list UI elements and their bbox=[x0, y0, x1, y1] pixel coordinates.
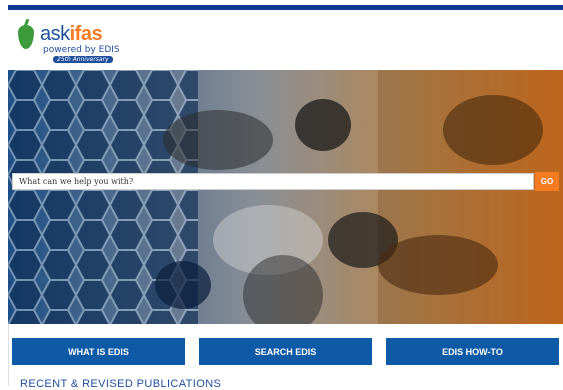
hero-banner bbox=[8, 70, 563, 324]
search-edis-button[interactable]: SEARCH EDIS bbox=[199, 338, 372, 365]
logo-wordmark: askifas bbox=[40, 23, 103, 45]
anniversary-badge: 25th Anniversary bbox=[53, 56, 113, 63]
search-box[interactable] bbox=[12, 173, 534, 190]
leaf-icon bbox=[18, 25, 34, 49]
recent-publications-heading: RECENT & REVISED PUBLICATIONS bbox=[20, 378, 222, 390]
site-header: askifas powered by EDIS 25th Anniversary bbox=[8, 10, 563, 70]
search-input[interactable] bbox=[13, 174, 533, 189]
page-left-border bbox=[8, 324, 9, 386]
go-button[interactable]: GO bbox=[535, 172, 559, 191]
edis-how-to-button[interactable]: EDIS HOW-TO bbox=[386, 338, 559, 365]
askifas-logo[interactable]: askifas powered by EDIS 25th Anniversary bbox=[18, 23, 138, 67]
what-is-edis-button[interactable]: WHAT IS EDIS bbox=[12, 338, 185, 365]
bee-honeycomb-image bbox=[8, 70, 563, 324]
logo-powered-by: powered by EDIS bbox=[43, 45, 120, 55]
